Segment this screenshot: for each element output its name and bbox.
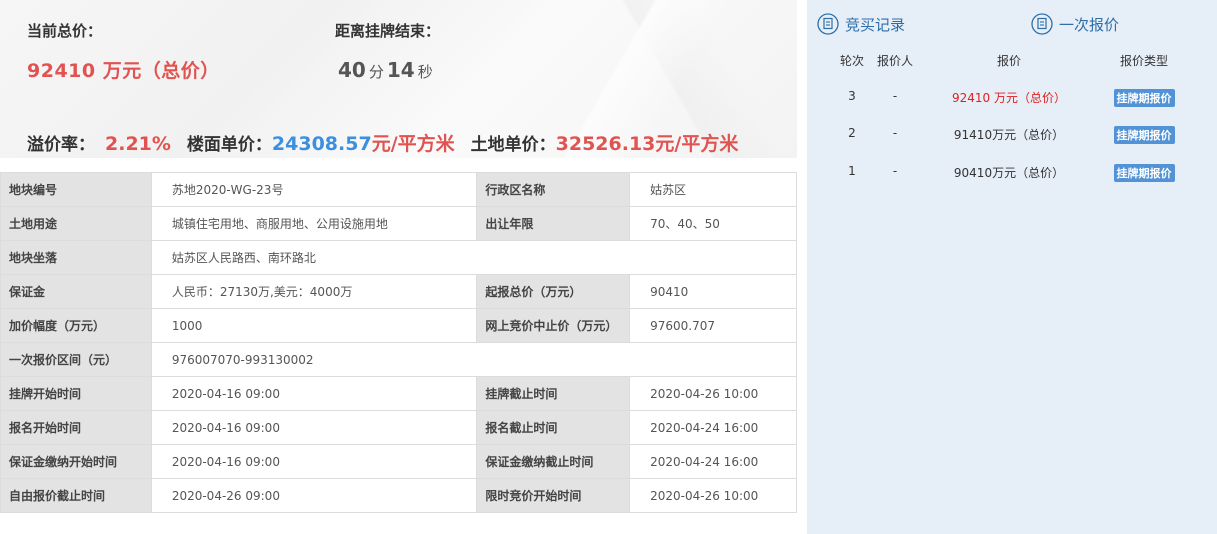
field-label: 报名开始时间 — [0, 410, 152, 445]
field-label: 一次报价区间（元） — [0, 342, 152, 377]
countdown-seconds-unit: 秒 — [417, 63, 433, 81]
table-row: 地块编号 苏地2020-WG-23号 行政区名称 姑苏区 — [0, 172, 797, 207]
field-label: 网上竞价中止价（万元） — [476, 308, 631, 343]
record-bidder: - — [892, 164, 898, 178]
field-label: 地块坐落 — [0, 240, 152, 275]
field-value: 姑苏区 — [629, 172, 797, 207]
field-value: 城镇住宅用地、商服用地、公用设施用地 — [150, 206, 478, 241]
tab-bid-records[interactable]: 竞买记录 — [817, 12, 905, 36]
col-type: 报价类型 — [1119, 54, 1168, 68]
current-price-value: 92410 万元（总价） — [27, 60, 220, 82]
field-value: 1000 — [150, 308, 478, 343]
record-type-badge: 挂牌期报价 — [1113, 89, 1175, 107]
floor-price-unit: 元/平方米 — [371, 133, 455, 155]
bid-icon — [1031, 13, 1053, 35]
col-bidder: 报价人 — [876, 54, 913, 68]
field-value: 90410 — [629, 274, 797, 309]
record-round: 1 — [848, 164, 856, 178]
field-label: 出让年限 — [476, 206, 631, 241]
record-price: 90410万元（总价） — [953, 166, 1065, 180]
countdown-minutes-unit: 分 — [368, 63, 384, 81]
countdown-seconds: 14 — [386, 58, 415, 82]
field-value: 97600.707 — [629, 308, 797, 343]
table-row: 加价幅度（万元） 1000 网上竞价中止价（万元） 97600.707 — [0, 308, 797, 343]
record-price: 91410万元（总价） — [953, 128, 1065, 142]
field-value: 2020-04-26 10:00 — [629, 478, 797, 513]
field-value: 70、40、50 — [629, 206, 797, 241]
field-value: 2020-04-24 16:00 — [629, 410, 797, 445]
record-price: 92410 万元（总价） — [952, 91, 1066, 105]
record-bidder: - — [892, 126, 898, 140]
table-row: 保证金缴纳开始时间 2020-04-16 09:00 保证金缴纳截止时间 202… — [0, 444, 797, 479]
field-value: 苏地2020-WG-23号 — [150, 172, 478, 207]
floor-price-number: 24308.57 — [271, 133, 372, 155]
field-value: 2020-04-24 16:00 — [629, 444, 797, 479]
parcel-info-table: 地块编号 苏地2020-WG-23号 行政区名称 姑苏区 土地用途 城镇住宅用地… — [0, 172, 798, 513]
field-label: 报名截止时间 — [476, 410, 631, 445]
field-value: 人民币：27130万,美元：4000万 — [150, 274, 478, 309]
premium-rate-value: 2.21% — [105, 133, 171, 155]
table-row: 自由报价截止时间 2020-04-26 09:00 限时竞价开始时间 2020-… — [0, 478, 797, 513]
countdown-minutes: 40 — [338, 58, 366, 82]
field-value: 2020-04-16 09:00 — [150, 410, 478, 445]
field-label: 保证金 — [0, 274, 152, 309]
table-row: 报名开始时间 2020-04-16 09:00 报名截止时间 2020-04-2… — [0, 410, 797, 445]
countdown-label: 距离挂牌结束： — [335, 22, 441, 40]
land-price-value: 32526.13元/平方米 — [555, 133, 739, 155]
table-row: 挂牌开始时间 2020-04-16 09:00 挂牌截止时间 2020-04-2… — [0, 376, 797, 411]
table-row: 地块坐落 姑苏区人民路西、南环路北 — [0, 240, 798, 275]
field-label: 起报总价（万元） — [476, 274, 631, 309]
field-label: 保证金缴纳截止时间 — [476, 444, 631, 479]
record-bidder: - — [892, 89, 898, 103]
price-stats: 溢价率： 2.21% 楼面单价：24308.57元/平方米 土地单价：32526.13… — [27, 129, 738, 156]
record-type-badge: 挂牌期报价 — [1113, 126, 1175, 144]
record-icon — [817, 13, 839, 35]
field-label: 加价幅度（万元） — [0, 308, 152, 343]
current-price-label: 当前总价： — [27, 22, 103, 40]
field-value: 2020-04-16 09:00 — [150, 444, 478, 479]
field-label: 地块编号 — [0, 172, 152, 207]
floor-price-label: 楼面单价： — [186, 135, 272, 155]
col-price: 报价 — [996, 54, 1021, 68]
field-label: 挂牌截止时间 — [476, 376, 631, 411]
record-round: 2 — [848, 126, 856, 140]
table-row: 一次报价区间（元） 976007070-993130002 — [0, 342, 798, 377]
field-label: 行政区名称 — [476, 172, 631, 207]
tab-single-bid[interactable]: 一次报价 — [1031, 12, 1119, 36]
field-value: 2020-04-26 09:00 — [150, 478, 478, 513]
table-row: 土地用途 城镇住宅用地、商服用地、公用设施用地 出让年限 70、40、50 — [0, 206, 797, 241]
bid-panel: 竞买记录 一次报价 轮次 报价人 报价 报价类型 3 - 92410 万元（总价… — [807, 0, 1217, 534]
countdown-timer: 40 分 14 秒 — [338, 58, 436, 82]
field-value: 976007070-993130002 — [150, 342, 798, 377]
field-label: 土地用途 — [0, 206, 152, 241]
field-value: 2020-04-26 10:00 — [629, 376, 797, 411]
col-round: 轮次 — [839, 54, 864, 68]
table-row: 保证金 人民币：27130万,美元：4000万 起报总价（万元） 90410 — [0, 274, 797, 309]
field-label: 限时竞价开始时间 — [476, 478, 631, 513]
record-type-badge: 挂牌期报价 — [1113, 164, 1175, 182]
field-label: 保证金缴纳开始时间 — [0, 444, 152, 479]
record-round: 3 — [848, 89, 856, 103]
field-value: 姑苏区人民路西、南环路北 — [150, 240, 798, 275]
land-price-label: 土地单价： — [470, 135, 556, 155]
price-header: 当前总价： 92410 万元（总价） 距离挂牌结束： 40 分 14 秒 溢价率： 2.… — [0, 0, 797, 158]
premium-rate-label: 溢价率： — [27, 135, 95, 155]
tab-bid-records-label: 竞买记录 — [845, 15, 906, 34]
field-value: 2020-04-16 09:00 — [150, 376, 478, 411]
field-label: 自由报价截止时间 — [0, 478, 152, 513]
tab-single-bid-label: 一次报价 — [1059, 15, 1120, 34]
field-label: 挂牌开始时间 — [0, 376, 152, 411]
